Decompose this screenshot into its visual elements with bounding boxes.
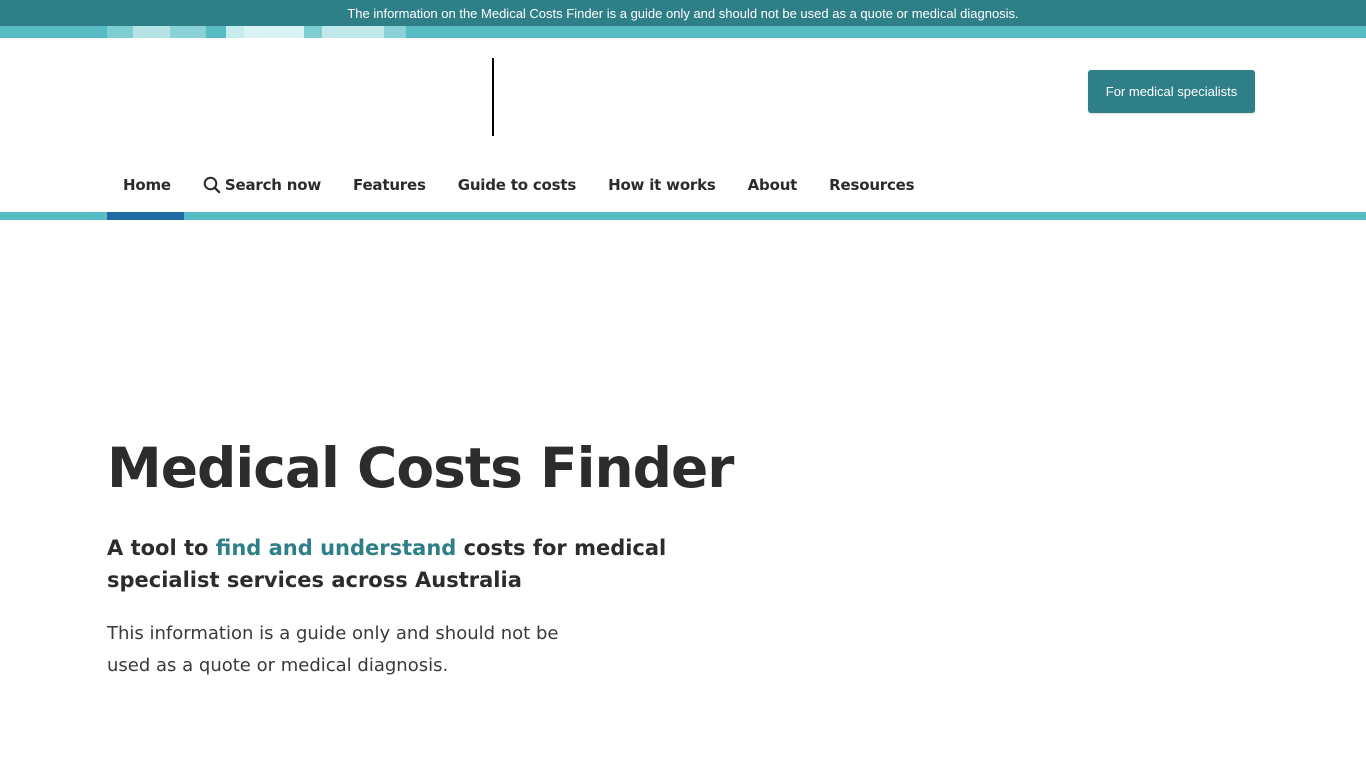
nav-item-search-now[interactable]: Search now — [187, 158, 337, 212]
disclaimer-text: The information on the Medical Costs Fin… — [347, 5, 1019, 21]
nav-item-guide-to-costs[interactable]: Guide to costs — [442, 158, 592, 212]
nav-item-about[interactable]: About — [732, 158, 814, 212]
subtitle-text-start: A tool to — [107, 536, 216, 560]
nav-item-resources[interactable]: Resources — [813, 158, 930, 212]
nav-item-home[interactable]: Home — [107, 158, 187, 212]
nav-item-how-it-works[interactable]: How it works — [592, 158, 732, 212]
nav-item-label: How it works — [608, 176, 716, 194]
main-navigation: Home Search now Features Guide to costs … — [107, 158, 930, 212]
nav-underline-bar — [0, 212, 1366, 220]
disclaimer-banner: The information on the Medical Costs Fin… — [0, 0, 1366, 26]
nav-item-label: Search now — [224, 176, 322, 194]
nav-item-label: Guide to costs — [457, 176, 577, 194]
hero-section: Medical Costs Finder A tool to find and … — [107, 430, 747, 682]
nav-item-label: About — [747, 176, 798, 194]
hero-subtitle: A tool to find and understand costs for … — [107, 532, 667, 596]
logo-divider — [492, 58, 494, 136]
site-header: For medical specialists — [0, 38, 1366, 158]
nav-item-label: Home — [123, 176, 171, 194]
hero-disclaimer-text: This information is a guide only and sho… — [107, 623, 559, 676]
nav-item-label: Features — [353, 176, 426, 194]
nav-item-features[interactable]: Features — [337, 158, 442, 212]
nav-item-label: Resources — [829, 176, 915, 194]
decorative-pattern-strip — [0, 26, 1366, 38]
page-title: Medical Costs Finder — [107, 436, 734, 500]
subtitle-highlight: find and understand — [215, 536, 457, 560]
for-medical-specialists-button[interactable]: For medical specialists — [1088, 70, 1255, 113]
nav-active-indicator — [107, 212, 184, 220]
search-icon — [203, 176, 221, 194]
